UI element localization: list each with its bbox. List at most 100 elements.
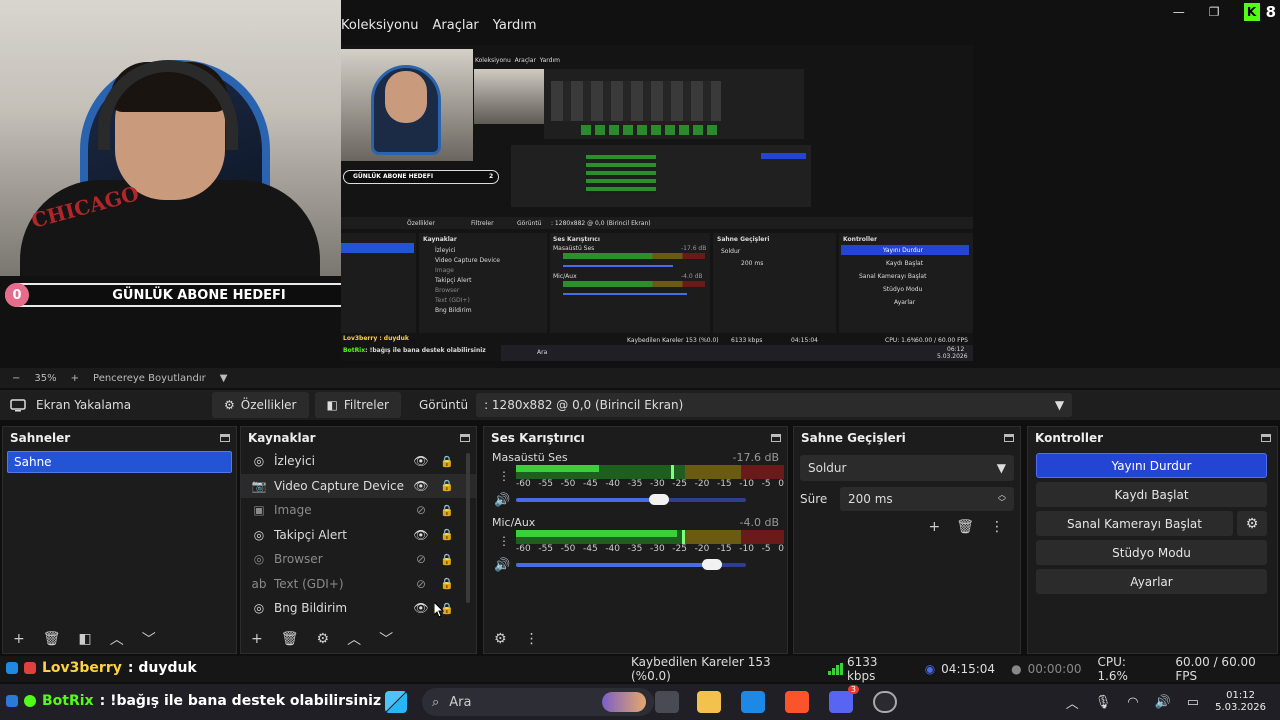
spinner-icon[interactable]: ︿ ﹀ [998, 491, 1006, 507]
volume-slider[interactable] [516, 559, 746, 570]
chat-username: BotRix [42, 693, 94, 709]
add-scene-icon[interactable]: + [13, 631, 25, 647]
speaker-icon[interactable]: 🔊 [494, 493, 510, 508]
nested-source-5: Text (GDI+) [435, 297, 470, 304]
fit-to-window-label[interactable]: Pencereye Boyutlandır [93, 373, 206, 384]
studio-mode-button[interactable]: Stüdyo Modu [1036, 540, 1267, 565]
nested-chat-line-1: Lov3berry : duyduk [343, 335, 409, 342]
gear-icon[interactable]: ⚙ [1237, 511, 1267, 536]
undock-icon[interactable] [1261, 434, 1271, 442]
brave-browser-icon[interactable] [785, 691, 809, 713]
zoom-in-button[interactable]: + [71, 373, 79, 384]
mixer-channel: Mic/Aux -4.0 dB ⋮ -60 -55 -50 -45 -40 -35 -30 -25-… [484, 514, 787, 579]
lock-icon[interactable]: 🔒 [440, 577, 454, 590]
properties-button[interactable]: ⚙ Özellikler [212, 392, 309, 418]
eye-icon[interactable]: 👁 [413, 454, 429, 468]
trash-icon[interactable]: 🗑 [281, 631, 299, 647]
eye-icon[interactable]: 👁 [413, 528, 429, 542]
source-row-izleyici[interactable]: ◎ İzleyici 👁 🔒 [241, 449, 476, 474]
zoom-bar: − 35% + Pencereye Boyutlandır ▼ [0, 368, 1280, 388]
duration-input[interactable]: 200 ms ︿ ﹀ [840, 487, 1014, 511]
start-recording-button[interactable]: Kaydı Başlat [1036, 482, 1267, 507]
volume-slider-knob[interactable] [701, 559, 722, 570]
transition-select[interactable]: Soldur ▼ [800, 455, 1014, 481]
mixer-channels: Masaüstü Ses -17.6 dB ⋮ -60 -55 -50 -45 -40 -35-… [484, 449, 787, 579]
move-down-icon[interactable]: ﹀ [142, 629, 156, 649]
obs-icon[interactable] [873, 691, 897, 713]
source-row-text[interactable]: ab Text (GDI+) ⊘ 🔒 [241, 572, 476, 597]
discord-icon[interactable]: 3 [829, 685, 859, 713]
mouse-cursor-icon [433, 600, 445, 621]
volume-icon[interactable]: 🔊 [1155, 695, 1171, 710]
scene-item[interactable]: Sahne [7, 451, 232, 473]
eye-off-icon[interactable]: ⊘ [413, 503, 429, 517]
trash-icon[interactable]: 🗑 [43, 631, 61, 647]
lock-icon[interactable]: 🔒 [440, 455, 454, 468]
lock-icon[interactable]: 🔒 [440, 553, 454, 566]
move-up-icon[interactable]: ︿ [110, 629, 124, 649]
record-timer: ● 00:00:00 [1011, 662, 1081, 676]
source-row-follower-alert[interactable]: ◎ Takipçi Alert 👁 🔒 [241, 523, 476, 548]
eye-off-icon[interactable]: ⊘ [413, 577, 429, 591]
menu-tools[interactable]: Araçlar [432, 18, 478, 33]
properties-label: Özellikler [240, 398, 297, 412]
settings-button[interactable]: Ayarlar [1036, 569, 1267, 594]
eye-icon[interactable]: 👁 [413, 601, 429, 615]
menu-collections[interactable]: Koleksiyonu [341, 18, 418, 33]
scene-filters-icon[interactable]: ◧ [79, 631, 92, 647]
start-virtualcam-button[interactable]: Sanal Kamerayı Başlat [1036, 511, 1233, 536]
undock-icon[interactable] [771, 434, 781, 442]
display-select[interactable]: : 1280x882 @ 0,0 (Birincil Ekran) ▼ [476, 393, 1073, 417]
chevron-down-icon[interactable]: ▼ [220, 373, 228, 384]
undock-icon[interactable] [220, 434, 230, 442]
speaker-icon[interactable]: 🔊 [494, 558, 510, 573]
scenes-title-bar: Sahneler [3, 427, 236, 449]
move-up-icon[interactable]: ︿ [347, 629, 361, 649]
mail-icon[interactable] [741, 691, 765, 713]
source-row-browser[interactable]: ◎ Browser ⊘ 🔒 [241, 547, 476, 572]
nested-mixer-title: Ses Karıştırıcı [553, 236, 600, 243]
lock-icon[interactable]: 🔒 [440, 479, 454, 492]
minimize-icon[interactable]: — [1173, 5, 1185, 19]
add-source-icon[interactable]: + [251, 631, 263, 647]
nested-source-0: İzleyici [435, 247, 456, 254]
advanced-audio-icon[interactable]: ⚙ [494, 631, 507, 647]
task-view-icon[interactable] [655, 691, 679, 713]
undock-icon[interactable] [460, 434, 470, 442]
volume-slider[interactable] [516, 494, 746, 505]
menu-help[interactable]: Yardım [493, 18, 537, 33]
sources-scrollbar[interactable] [466, 453, 470, 603]
nested-status-kbps: 6133 kbps [731, 337, 763, 344]
taskbar-search[interactable]: ⌕ Ara [422, 688, 654, 716]
chevron-up-icon[interactable]: ︿ [1066, 693, 1079, 712]
battery-icon[interactable]: ▭ [1187, 695, 1199, 710]
filters-button[interactable]: ◧ Filtreler [314, 392, 401, 418]
undock-icon[interactable] [1004, 434, 1014, 442]
stop-stream-button[interactable]: Yayını Durdur [1036, 453, 1267, 478]
windows-start-icon[interactable] [385, 691, 407, 713]
more-menu-icon[interactable]: ⋮ [990, 519, 1004, 535]
gear-icon[interactable]: ⚙ [317, 631, 330, 647]
source-row-video-capture[interactable]: 📷 Video Capture Device 👁 🔒 [241, 473, 476, 498]
add-transition-icon[interactable]: + [928, 519, 940, 535]
source-row-image[interactable]: ▣ Image ⊘ 🔒 [241, 498, 476, 523]
restore-icon[interactable]: ❐ [1209, 5, 1220, 19]
meter-tick-label: -50 [560, 544, 576, 554]
eye-icon[interactable]: 👁 [413, 479, 429, 493]
volume-slider-knob[interactable] [648, 494, 669, 505]
more-menu-icon[interactable]: ⋮ [498, 469, 510, 483]
eye-off-icon[interactable]: ⊘ [413, 552, 429, 566]
wifi-icon[interactable]: ◠ [1127, 695, 1138, 710]
lock-icon[interactable]: 🔒 [440, 528, 454, 541]
trash-icon[interactable]: 🗑 [956, 519, 974, 535]
clock[interactable]: 01:12 5.03.2026 [1215, 690, 1266, 714]
move-down-icon[interactable]: ﹀ [379, 629, 393, 649]
file-explorer-icon[interactable] [697, 691, 721, 713]
fps-readout: 60.00 / 60.00 FPS [1175, 655, 1256, 683]
zoom-out-button[interactable]: − [12, 373, 20, 384]
nested-meter-1 [563, 253, 705, 259]
more-menu-icon[interactable]: ⋮ [498, 534, 510, 548]
lock-icon[interactable]: 🔒 [440, 504, 454, 517]
more-menu-icon[interactable]: ⋮ [525, 631, 539, 647]
microphone-icon[interactable]: 🎙 [1095, 695, 1112, 710]
